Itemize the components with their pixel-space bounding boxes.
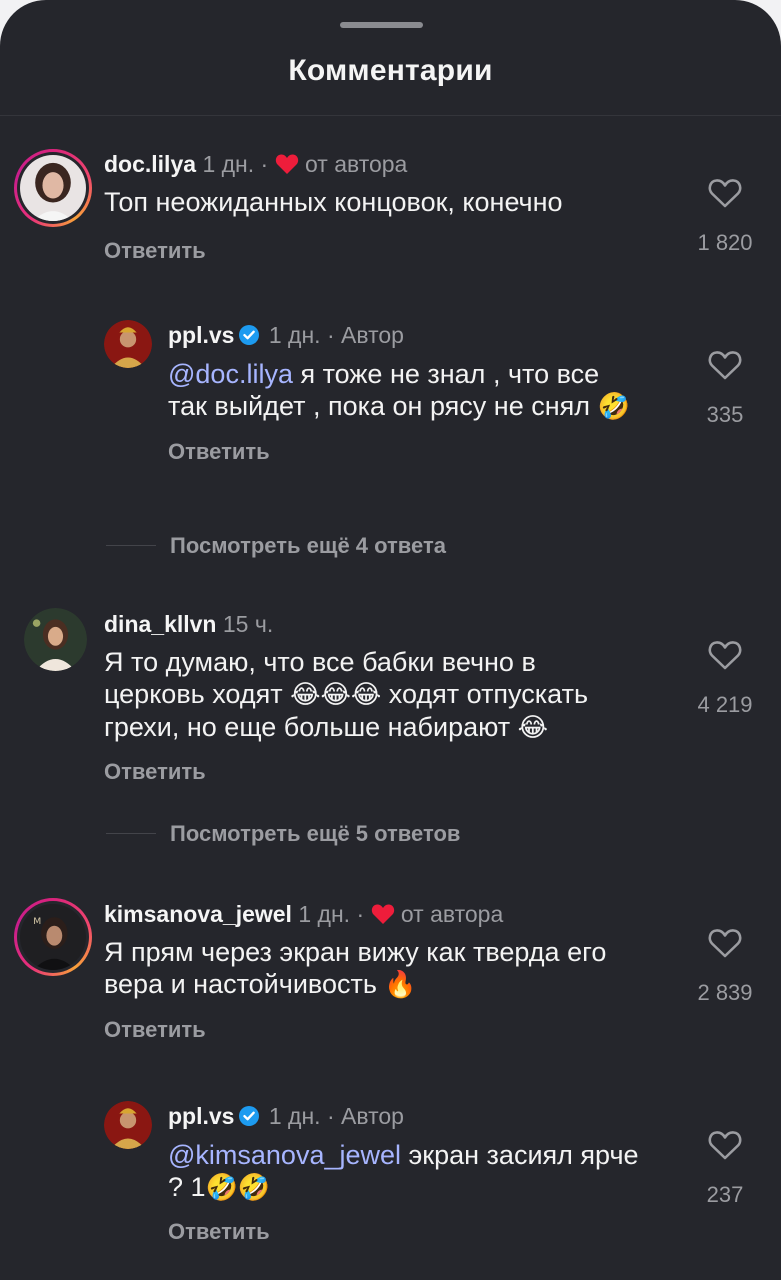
comment-meta: ppl.vs 1 дн. · Автор	[168, 321, 404, 352]
like-button[interactable]: 1 820	[690, 178, 760, 256]
page-title: Комментарии	[288, 54, 493, 87]
laughing-emoji: 😂	[350, 680, 382, 710]
like-count: 1 820	[697, 230, 753, 255]
sheet-grabber[interactable]	[340, 22, 423, 28]
like-button[interactable]: 335	[690, 350, 760, 428]
comment-text: Я прям через экран вижу как тверда его в…	[104, 936, 674, 1001]
username[interactable]: doc.lilya	[104, 151, 196, 177]
avatar[interactable]	[104, 320, 152, 368]
reply-button[interactable]: Ответить	[104, 759, 206, 785]
text-part: ? 1	[168, 1172, 206, 1202]
text-part: церковь ходят	[104, 679, 291, 709]
like-count: 335	[706, 402, 744, 427]
heart-outline-icon	[708, 351, 742, 380]
like-button[interactable]: 4 219	[690, 640, 760, 718]
author-label: Автор	[341, 322, 404, 348]
laughing-emoji: 😂	[290, 680, 321, 710]
meta-separator: ·	[326, 322, 335, 348]
more-replies-line	[106, 833, 156, 834]
comment-meta: doc.lilya 1 дн. · от автора	[104, 150, 407, 181]
comment-meta: ppl.vs 1 дн. · Автор	[168, 1102, 404, 1133]
like-button[interactable]: 2 839	[690, 928, 760, 1006]
meta-separator: ·	[326, 1103, 335, 1129]
text-part: я тоже не знал , что все	[292, 359, 600, 389]
meta-separator: ·	[356, 901, 365, 927]
text-part: ходят отпускать	[381, 679, 589, 709]
timestamp: 1 дн.	[202, 151, 255, 177]
timestamp: 1 дн.	[298, 901, 351, 927]
text-part: Я то думаю, что все бабки вечно в	[104, 647, 536, 677]
text-part: так выйдет , пока он рясу не снял	[168, 391, 598, 421]
comment-text: @doc.lilya я тоже не знал , что все так …	[168, 358, 678, 423]
username[interactable]: ppl.vs	[168, 1103, 234, 1129]
rofl-emoji: 🤣	[597, 392, 630, 422]
verified-badge-icon	[238, 1105, 260, 1133]
avatar[interactable]	[24, 608, 87, 671]
heart-outline-icon	[708, 179, 742, 208]
reply-button[interactable]: Ответить	[104, 238, 206, 264]
comment-meta: dina_kllvn 15 ч.	[104, 610, 273, 638]
comment-meta: kimsanova_jewel 1 дн. · от автора	[104, 900, 503, 931]
view-more-replies-button[interactable]: Посмотреть ещё 4 ответа	[170, 533, 446, 559]
heart-filled-icon	[275, 153, 299, 181]
author-liked-label: от автора	[400, 901, 504, 927]
avatar[interactable]	[14, 149, 92, 227]
username[interactable]: ppl.vs	[168, 322, 234, 348]
like-count: 2 839	[697, 980, 753, 1005]
like-count: 4 219	[697, 692, 753, 717]
avatar[interactable]	[104, 1101, 152, 1149]
rofl-emoji: 🤣	[205, 1173, 238, 1203]
comments-sheet: Комментарии doc.lilya 1 дн. · от автора …	[0, 0, 781, 1280]
username[interactable]: dina_kllvn	[104, 611, 216, 637]
like-count: 237	[706, 1182, 744, 1207]
heart-outline-icon	[708, 929, 742, 958]
text-part: Я прям через экран вижу как тверда его	[104, 937, 607, 967]
reply-button[interactable]: Ответить	[168, 1219, 270, 1245]
comment-text: @kimsanova_jewel экран засиял ярче ? 1🤣🤣	[168, 1139, 678, 1204]
author-label: Автор	[341, 1103, 404, 1129]
like-button[interactable]: 237	[690, 1130, 760, 1208]
heart-outline-icon	[708, 641, 742, 670]
heart-outline-icon	[708, 1131, 742, 1160]
author-liked-label: от автора	[304, 151, 408, 177]
timestamp: 1 дн.	[268, 322, 321, 348]
timestamp: 15 ч.	[222, 611, 274, 637]
fire-emoji: 🔥	[384, 970, 417, 1000]
mention-link[interactable]: @doc.lilya	[168, 359, 293, 389]
text-part: вера и настойчивость	[104, 969, 385, 999]
svg-text:M: M	[33, 916, 41, 927]
text-part: экран засиял ярче	[401, 1140, 639, 1170]
mention-link[interactable]: @kimsanova_jewel	[168, 1140, 401, 1170]
text-part: грехи, но еще больше набирают	[104, 712, 518, 742]
meta-separator: ·	[260, 151, 269, 177]
heart-filled-icon	[371, 903, 395, 931]
laughing-emoji: 😂	[320, 680, 351, 710]
comment-text: Топ неожиданных концовок, конечно	[104, 187, 563, 217]
header-divider	[0, 115, 781, 116]
avatar[interactable]: M	[14, 898, 92, 976]
more-replies-line	[106, 545, 156, 546]
comment-text: Я то думаю, что все бабки вечно в церков…	[104, 646, 674, 744]
view-more-replies-button[interactable]: Посмотреть ещё 5 ответов	[170, 821, 460, 847]
timestamp: 1 дн.	[268, 1103, 321, 1129]
verified-badge-icon	[238, 324, 260, 352]
rofl-emoji: 🤣	[237, 1173, 271, 1203]
reply-button[interactable]: Ответить	[104, 1017, 206, 1043]
username[interactable]: kimsanova_jewel	[104, 901, 292, 927]
reply-button[interactable]: Ответить	[168, 439, 270, 465]
laughing-emoji: 😂	[517, 713, 549, 743]
